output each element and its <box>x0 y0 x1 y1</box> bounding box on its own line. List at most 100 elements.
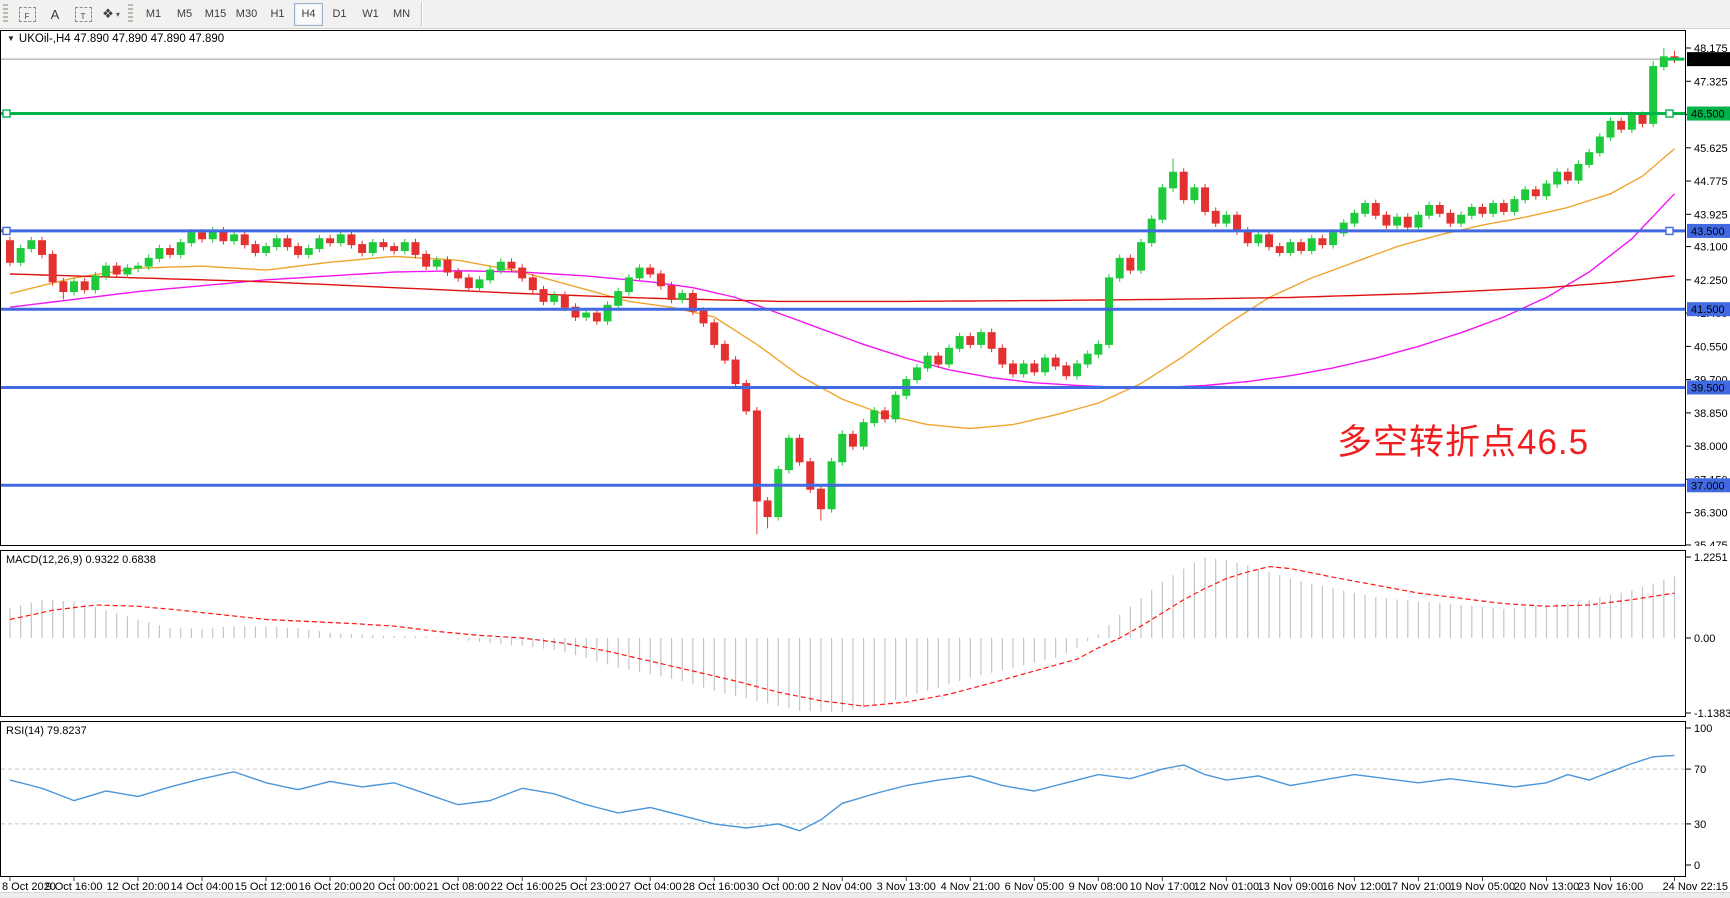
timeframe-button-m15[interactable]: M15 <box>201 3 230 26</box>
candle <box>732 360 739 383</box>
time-tick-label: 30 Oct 00:00 <box>747 881 810 892</box>
candle <box>945 348 952 364</box>
candle <box>1308 239 1315 251</box>
candle <box>700 311 707 323</box>
time-tick-label: 14 Oct 04:00 <box>171 881 234 892</box>
candle <box>1607 121 1614 137</box>
candle <box>604 305 611 321</box>
candle <box>7 241 14 263</box>
candle <box>135 266 142 268</box>
candle <box>1009 364 1016 374</box>
candle <box>625 278 632 292</box>
candle <box>935 356 942 364</box>
candle <box>1127 258 1134 270</box>
price-chart-panel[interactable]: 48.17547.32546.47545.62544.77543.92543.1… <box>0 30 1730 546</box>
candle <box>988 333 995 349</box>
price-scale-flag-label: 37.000 <box>1691 480 1725 492</box>
candle <box>1041 358 1048 372</box>
rsi-indicator-panel[interactable]: 10070300 RSI(14) 79.8237 <box>0 721 1730 877</box>
macd-label: MACD(12,26,9) 0.9322 0.6838 <box>6 554 156 566</box>
candle <box>721 344 728 360</box>
candle <box>1298 243 1305 251</box>
text-label-icon[interactable]: T <box>70 2 96 26</box>
candle <box>1351 213 1358 223</box>
candle <box>1511 200 1518 212</box>
text-annotation-icon[interactable]: A <box>42 2 68 26</box>
candle <box>1586 153 1593 165</box>
line-handle[interactable] <box>3 227 10 234</box>
time-tick-label: 16 Oct 20:00 <box>299 881 362 892</box>
timeframe-button-m5[interactable]: M5 <box>170 3 199 26</box>
price-tick-label: 40.550 <box>1694 341 1728 353</box>
frame-tool-icon[interactable]: F <box>14 2 40 26</box>
candle <box>785 438 792 469</box>
candle <box>1063 366 1070 376</box>
candle <box>967 337 974 345</box>
candle <box>508 262 515 268</box>
time-tick-label: 10 Nov 17:00 <box>1130 881 1195 892</box>
timeframe-button-h4[interactable]: H4 <box>294 3 323 26</box>
candle <box>124 268 131 274</box>
price-scale-flag-label: 43.500 <box>1691 226 1725 238</box>
line-handle[interactable] <box>1666 227 1673 234</box>
line-handle[interactable] <box>3 110 10 117</box>
candle <box>113 266 120 274</box>
toolbar-grip[interactable] <box>3 4 8 24</box>
timeframe-button-w1[interactable]: W1 <box>356 3 385 26</box>
chart-title: ▼ UKOil-,H4 47.890 47.890 47.890 47.890 <box>7 33 224 45</box>
candle <box>1191 188 1198 200</box>
candle <box>881 411 888 419</box>
timeframe-button-mn[interactable]: MN <box>387 3 416 26</box>
candle <box>871 411 878 423</box>
main-plot-border <box>1 31 1686 546</box>
candle <box>529 278 536 290</box>
candle <box>391 247 398 251</box>
candle <box>764 501 771 517</box>
timeframe-button-d1[interactable]: D1 <box>325 3 354 26</box>
line-handle[interactable] <box>1666 110 1673 117</box>
candle <box>1436 205 1443 213</box>
time-tick-label: 25 Oct 23:00 <box>555 881 618 892</box>
arrow-objects-icon[interactable]: ❖▾ <box>98 2 124 26</box>
candle <box>444 260 451 272</box>
rsi-tick-label: 0 <box>1694 860 1700 872</box>
timeframe-button-m1[interactable]: M1 <box>139 3 168 26</box>
candle <box>156 249 163 259</box>
candle <box>1074 364 1081 376</box>
rsi-canvas: 10070300 <box>0 721 1730 877</box>
candle <box>1106 278 1113 345</box>
candle <box>1180 172 1187 199</box>
candle <box>1159 188 1166 219</box>
time-axis[interactable]: 8 Oct 20209 Oct 16:0012 Oct 20:0014 Oct … <box>0 877 1730 892</box>
timeframe-button-m30[interactable]: M30 <box>232 3 261 26</box>
candle <box>849 434 856 446</box>
time-tick-label: 23 Nov 16:00 <box>1578 881 1643 892</box>
candle <box>1415 215 1422 227</box>
candle <box>1458 215 1465 223</box>
macd-tick-label: 0.00 <box>1694 633 1715 645</box>
candle <box>305 249 312 255</box>
time-tick-label: 24 Nov 22:15 <box>1663 881 1728 892</box>
collapse-chart-icon[interactable]: ▼ <box>7 34 15 43</box>
price-scale-flag-label: 41.500 <box>1691 304 1725 316</box>
timeframe-button-h1[interactable]: H1 <box>263 3 292 26</box>
bottom-strip <box>0 892 1730 898</box>
macd-indicator-panel[interactable]: 1.22510.00-1.1383 MACD(12,26,9) 0.9322 0… <box>0 550 1730 717</box>
rsi-label: RSI(14) 79.8237 <box>6 725 87 737</box>
candle <box>188 233 195 243</box>
candle <box>92 276 99 290</box>
toolbar-grip-2[interactable] <box>128 4 133 24</box>
price-tick-label: 43.925 <box>1694 209 1728 221</box>
chart-title-text: UKOil-,H4 47.890 47.890 47.890 47.890 <box>19 33 224 45</box>
time-tick-label: 20 Oct 00:00 <box>363 881 426 892</box>
candle <box>39 241 46 255</box>
text-annotation-object[interactable]: 多空转折点46.5 <box>1337 414 1589 465</box>
candle <box>1372 204 1379 216</box>
candle <box>977 333 984 345</box>
candle <box>71 282 78 292</box>
candle <box>775 470 782 517</box>
candle <box>1031 364 1038 372</box>
candle <box>337 235 344 243</box>
price-chart-canvas[interactable]: 48.17547.32546.47545.62544.77543.92543.1… <box>0 30 1730 546</box>
time-tick-label: 21 Oct 08:00 <box>427 881 490 892</box>
